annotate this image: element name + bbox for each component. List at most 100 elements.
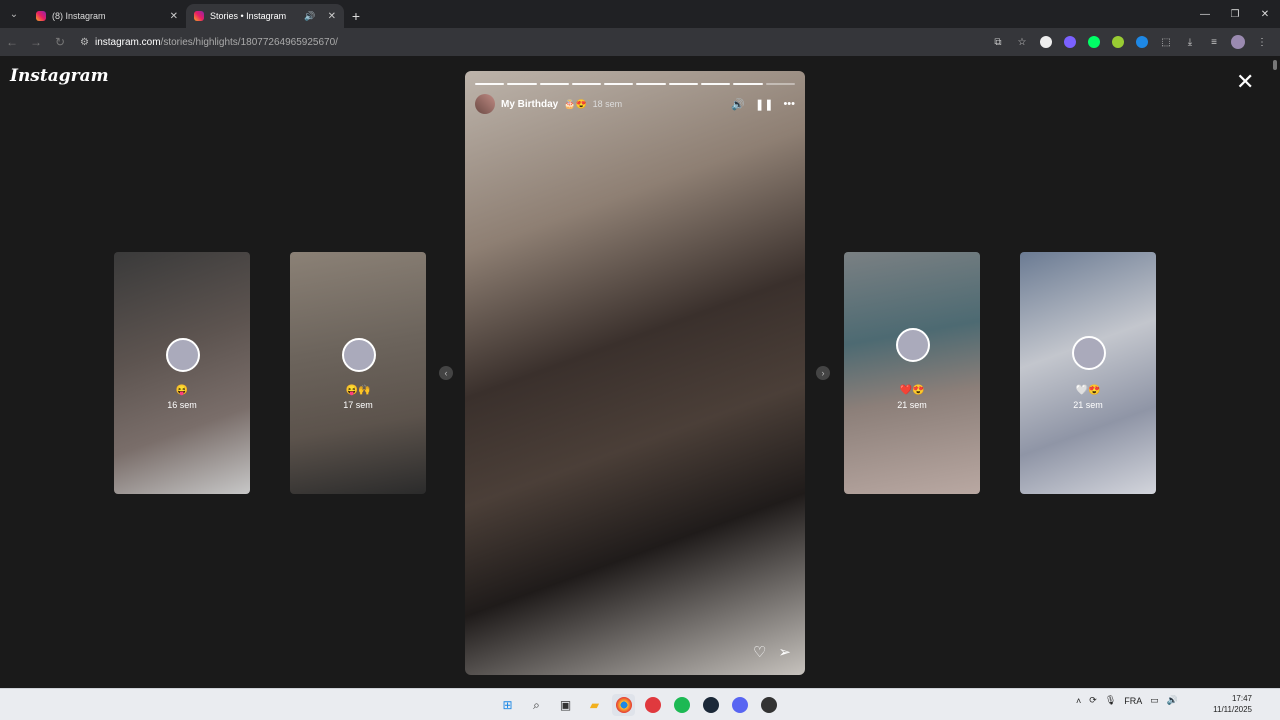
url-path: /stories/highlights/18077264965925670/ (160, 36, 338, 48)
previous-story-icon[interactable]: ‹ (439, 366, 453, 380)
extensions-puzzle-icon[interactable]: ⬚ (1156, 32, 1176, 52)
avatar (1072, 336, 1106, 370)
preview-emoji: 😝 (175, 385, 189, 396)
tab-stories[interactable]: Stories • Instagram 🔊 ✕ (186, 4, 344, 28)
taskbar-apps: ⊞ ⌕ ▣ ▰ (496, 694, 780, 716)
volume-icon[interactable]: 🔊 (1167, 695, 1178, 706)
reading-list-icon[interactable]: ≡ (1204, 32, 1224, 52)
scrollbar-thumb[interactable] (1273, 60, 1277, 70)
display-icon[interactable]: ▭ (1150, 695, 1159, 706)
page-scrollbar[interactable] (1270, 56, 1280, 688)
story-title-emoji: 🎂😍 (564, 98, 587, 109)
close-tab-icon[interactable]: ✕ (170, 11, 178, 22)
browser-toolbar: ⧉ ☆ ⬚ ⤓ ≡ ⋮ (988, 32, 1272, 52)
avatar (166, 338, 200, 372)
install-app-icon[interactable]: ⧉ (988, 32, 1008, 52)
browser-tab-strip: ⌄ (8) Instagram ✕ Stories • Instagram 🔊 … (0, 0, 1280, 28)
stories-viewer: Instagram ✕ 😝 16 sem 😝🙌 17 sem ‹ My Birt… (0, 56, 1280, 688)
url-host: instagram.com (94, 36, 161, 48)
progress-segment (668, 83, 699, 85)
tab-title: Stories • Instagram (210, 11, 287, 21)
site-info-icon[interactable]: ⚙ (80, 37, 89, 48)
story-preview-card[interactable]: 😝🙌 17 sem (290, 252, 426, 494)
preview-emoji: ❤️😍 (899, 385, 925, 396)
story-actions: ♡ ➢ (753, 643, 791, 661)
close-tab-icon[interactable]: ✕ (328, 11, 336, 22)
progress-segment (539, 83, 569, 85)
instagram-logo[interactable]: Instagram (10, 66, 109, 86)
browser-menu-icon[interactable]: ⋮ (1252, 32, 1272, 52)
reload-icon[interactable]: ↻ (48, 30, 72, 54)
sync-icon[interactable]: ⟳ (1089, 695, 1097, 706)
extension-4-icon[interactable] (1108, 32, 1128, 52)
story-header: My Birthday 🎂😍 18 sem 🔊 ❚❚ ••• (475, 93, 795, 115)
avatar[interactable] (475, 94, 495, 114)
preview-age: 17 sem (343, 400, 373, 410)
spotify-icon[interactable] (670, 694, 693, 716)
file-explorer-icon[interactable]: ▰ (583, 694, 606, 716)
clock[interactable]: 17:47 11/11/2025 (1206, 693, 1252, 715)
address-bar-row: ← → ↻ ⚙ instagram.com/stories/highlights… (0, 28, 1280, 56)
show-hidden-icons-chevron-icon[interactable]: ˄ (1076, 696, 1081, 706)
forward-icon[interactable]: → (24, 30, 48, 54)
progress-segment (507, 83, 537, 85)
microphone-icon[interactable]: 🎙 (1105, 695, 1116, 706)
preview-age: 21 sem (897, 400, 927, 410)
tab-instagram-home[interactable]: (8) Instagram ✕ (28, 4, 186, 28)
story-preview-card[interactable]: 😝 16 sem (114, 252, 250, 494)
tab-title: (8) Instagram (52, 11, 106, 21)
back-icon[interactable]: ← (0, 30, 24, 54)
task-view-icon[interactable]: ▣ (554, 694, 577, 716)
profile-avatar-icon[interactable] (1228, 32, 1248, 52)
tab-audio-icon[interactable]: 🔊 (304, 11, 315, 22)
preview-age: 21 sem (1073, 400, 1103, 410)
search-icon[interactable]: ⌕ (525, 694, 548, 716)
story-preview-card[interactable]: ❤️😍 21 sem (844, 252, 980, 494)
progress-segment (765, 83, 795, 85)
tab-search-chevron-icon[interactable]: ⌄ (0, 0, 28, 28)
opera-icon[interactable] (641, 694, 664, 716)
progress-segment (636, 83, 666, 85)
active-story[interactable]: My Birthday 🎂😍 18 sem 🔊 ❚❚ ••• ♡ ➢ (465, 71, 805, 675)
clock-time: 17:47 (1231, 694, 1252, 703)
new-tab-button[interactable]: + (344, 4, 368, 28)
share-send-icon[interactable]: ➢ (778, 643, 791, 661)
discord-icon[interactable] (728, 694, 751, 716)
like-heart-icon[interactable]: ♡ (753, 643, 766, 661)
next-story-icon[interactable]: › (816, 366, 830, 380)
language-indicator[interactable]: FRA (1124, 696, 1142, 706)
window-controls: — ❐ ✕ (1190, 0, 1280, 28)
minimize-icon[interactable]: — (1190, 0, 1220, 28)
extension-3-icon[interactable] (1084, 32, 1104, 52)
chrome-icon[interactable] (612, 694, 635, 716)
url-field[interactable]: ⚙ instagram.com/stories/highlights/18077… (80, 31, 950, 53)
story-preview-card[interactable]: 🤍😍 21 sem (1020, 252, 1156, 494)
start-windows-icon[interactable]: ⊞ (496, 694, 519, 716)
instagram-favicon-icon (194, 11, 204, 21)
story-title[interactable]: My Birthday (501, 99, 558, 110)
progress-segment (733, 83, 763, 85)
close-stories-icon[interactable]: ✕ (1236, 71, 1254, 93)
volume-icon[interactable]: 🔊 (731, 98, 745, 111)
bookmark-star-icon[interactable]: ☆ (1012, 32, 1032, 52)
progress-segment (475, 83, 505, 85)
progress-segment (701, 83, 731, 85)
avatar (342, 338, 376, 372)
pause-icon[interactable]: ❚❚ (755, 98, 773, 111)
preview-emoji: 🤍😍 (1075, 385, 1101, 396)
restore-icon[interactable]: ❐ (1220, 0, 1250, 28)
story-age: 18 sem (592, 99, 623, 109)
extension-5-icon[interactable] (1132, 32, 1152, 52)
close-window-icon[interactable]: ✕ (1250, 0, 1280, 28)
app-icon[interactable] (757, 694, 780, 716)
steam-icon[interactable] (699, 694, 722, 716)
extension-1-icon[interactable] (1036, 32, 1056, 52)
preview-age: 16 sem (167, 400, 197, 410)
progress-segment (571, 83, 602, 85)
more-options-icon[interactable]: ••• (783, 98, 795, 111)
progress-segment (604, 83, 634, 85)
downloads-icon[interactable]: ⤓ (1180, 32, 1200, 52)
extension-2-icon[interactable] (1060, 32, 1080, 52)
windows-taskbar: ⊞ ⌕ ▣ ▰ ˄ ⟳ 🎙 FRA ▭ 🔊 17:47 11/11/2025 (0, 688, 1280, 720)
story-progress-bar (475, 83, 795, 85)
